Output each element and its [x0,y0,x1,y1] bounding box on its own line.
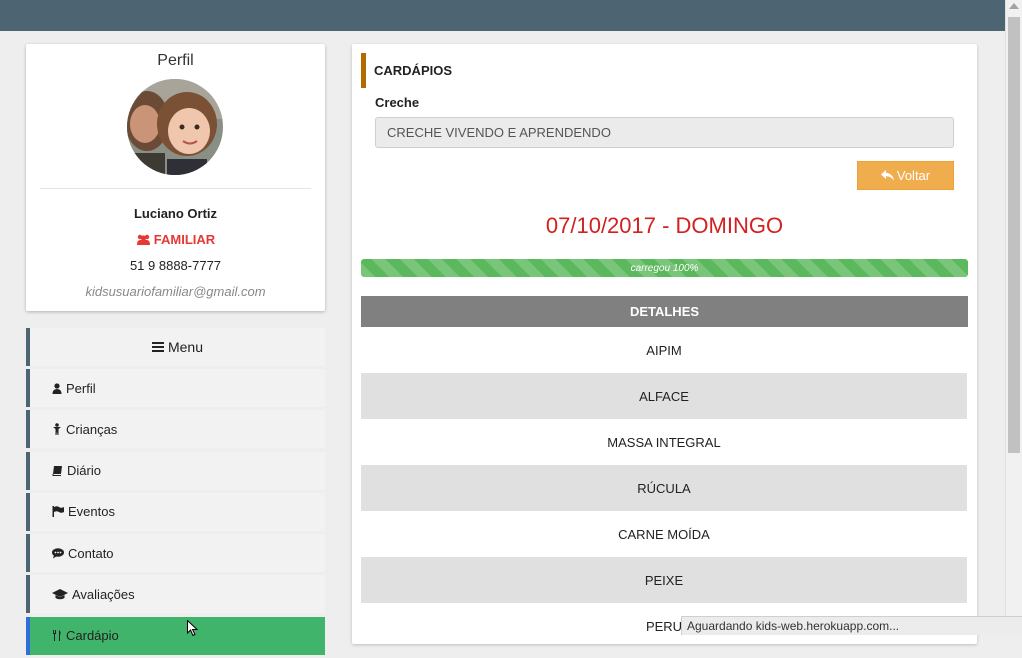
sidebar-item-label: Avaliações [72,586,135,602]
user-email: kidsusuariofamiliar@gmail.com [85,284,266,299]
progress-label: carregou 100% [630,262,699,274]
sidebar-item-label: Contato [68,545,114,561]
menu-header[interactable]: Menu [26,328,325,366]
top-navbar [0,0,1005,31]
user-icon [52,382,62,394]
flag-icon [52,506,64,518]
sidebar-item-label: Crianças [66,421,118,437]
users-icon [136,234,150,245]
back-button[interactable]: Voltar [857,161,954,190]
profile-divider [40,188,311,189]
sidebar-item-contato[interactable]: Contato [26,534,325,573]
details-list: AIPIM ALFACE MASSA INTEGRAL RÚCULA CARNE… [361,327,967,649]
sidebar-item-avaliacoes[interactable]: Avaliações [26,575,325,614]
sidebar-item-label: Diário [67,463,101,479]
user-role-label: FAMILIAR [153,232,216,247]
menu-header-label: Menu [167,339,204,355]
scroll-thumb[interactable] [1008,17,1020,453]
page-scrollbar[interactable] [1005,0,1022,635]
reply-icon [880,170,894,181]
details-header: DETALHES [361,296,968,327]
user-name: Luciano Ortiz [133,206,218,221]
mouse-cursor-icon [187,620,199,636]
list-item: ALFACE [361,373,967,419]
main-panel: CARDÁPIOS Creche Voltar 07/10/2017 - DOM… [352,44,977,644]
creche-field[interactable] [375,117,954,148]
scroll-up-arrow-icon[interactable] [1009,3,1019,9]
sidebar-item-perfil[interactable]: Perfil [26,369,325,407]
sidebar-item-label: Eventos [68,504,115,520]
avatar [127,79,223,175]
book-icon [52,466,62,477]
progress-bar: carregou 100% [361,259,968,277]
profile-card: Perfil Luciano Ortiz FAMILIAR 51 9 8888-… [26,44,325,311]
list-item: PEIXE [361,557,967,603]
progress-fill: carregou 100% [361,259,968,277]
list-item: RÚCULA [361,465,967,511]
list-item: AIPIM [646,342,682,358]
user-role-badge: FAMILIAR [26,232,325,247]
browser-status-bar: Aguardando kids-web.herokuapp.com... [681,616,1022,635]
graduation-cap-icon [52,588,68,600]
list-item: MASSA INTEGRAL [607,434,721,450]
section-title: CARDÁPIOS [361,53,452,88]
sidebar-item-diario[interactable]: Diário [26,451,325,490]
sidebar-item-label: Perfil [66,380,96,396]
sidebar-item-cardapio[interactable]: Cardápio [26,616,325,655]
list-item: CARNE MOÍDA [618,526,710,542]
sidebar-item-label: Cardápio [66,628,119,644]
sidebar-item-criancas[interactable]: Crianças [26,410,325,449]
sidebar-menu: Menu Perfil Crianças Diário Eventos Cont… [26,328,325,658]
back-button-label: Voltar [896,168,931,183]
profile-title: Perfil [157,52,194,69]
creche-label: Creche [375,95,420,110]
sidebar-item-eventos[interactable]: Eventos [26,492,325,531]
hamburger-icon [151,342,164,352]
child-icon [53,423,61,436]
date-title: 07/10/2017 - DOMINGO [545,213,784,238]
comment-icon [52,547,64,559]
user-phone: 51 9 8888-7777 [129,258,222,273]
cutlery-icon [53,630,61,642]
